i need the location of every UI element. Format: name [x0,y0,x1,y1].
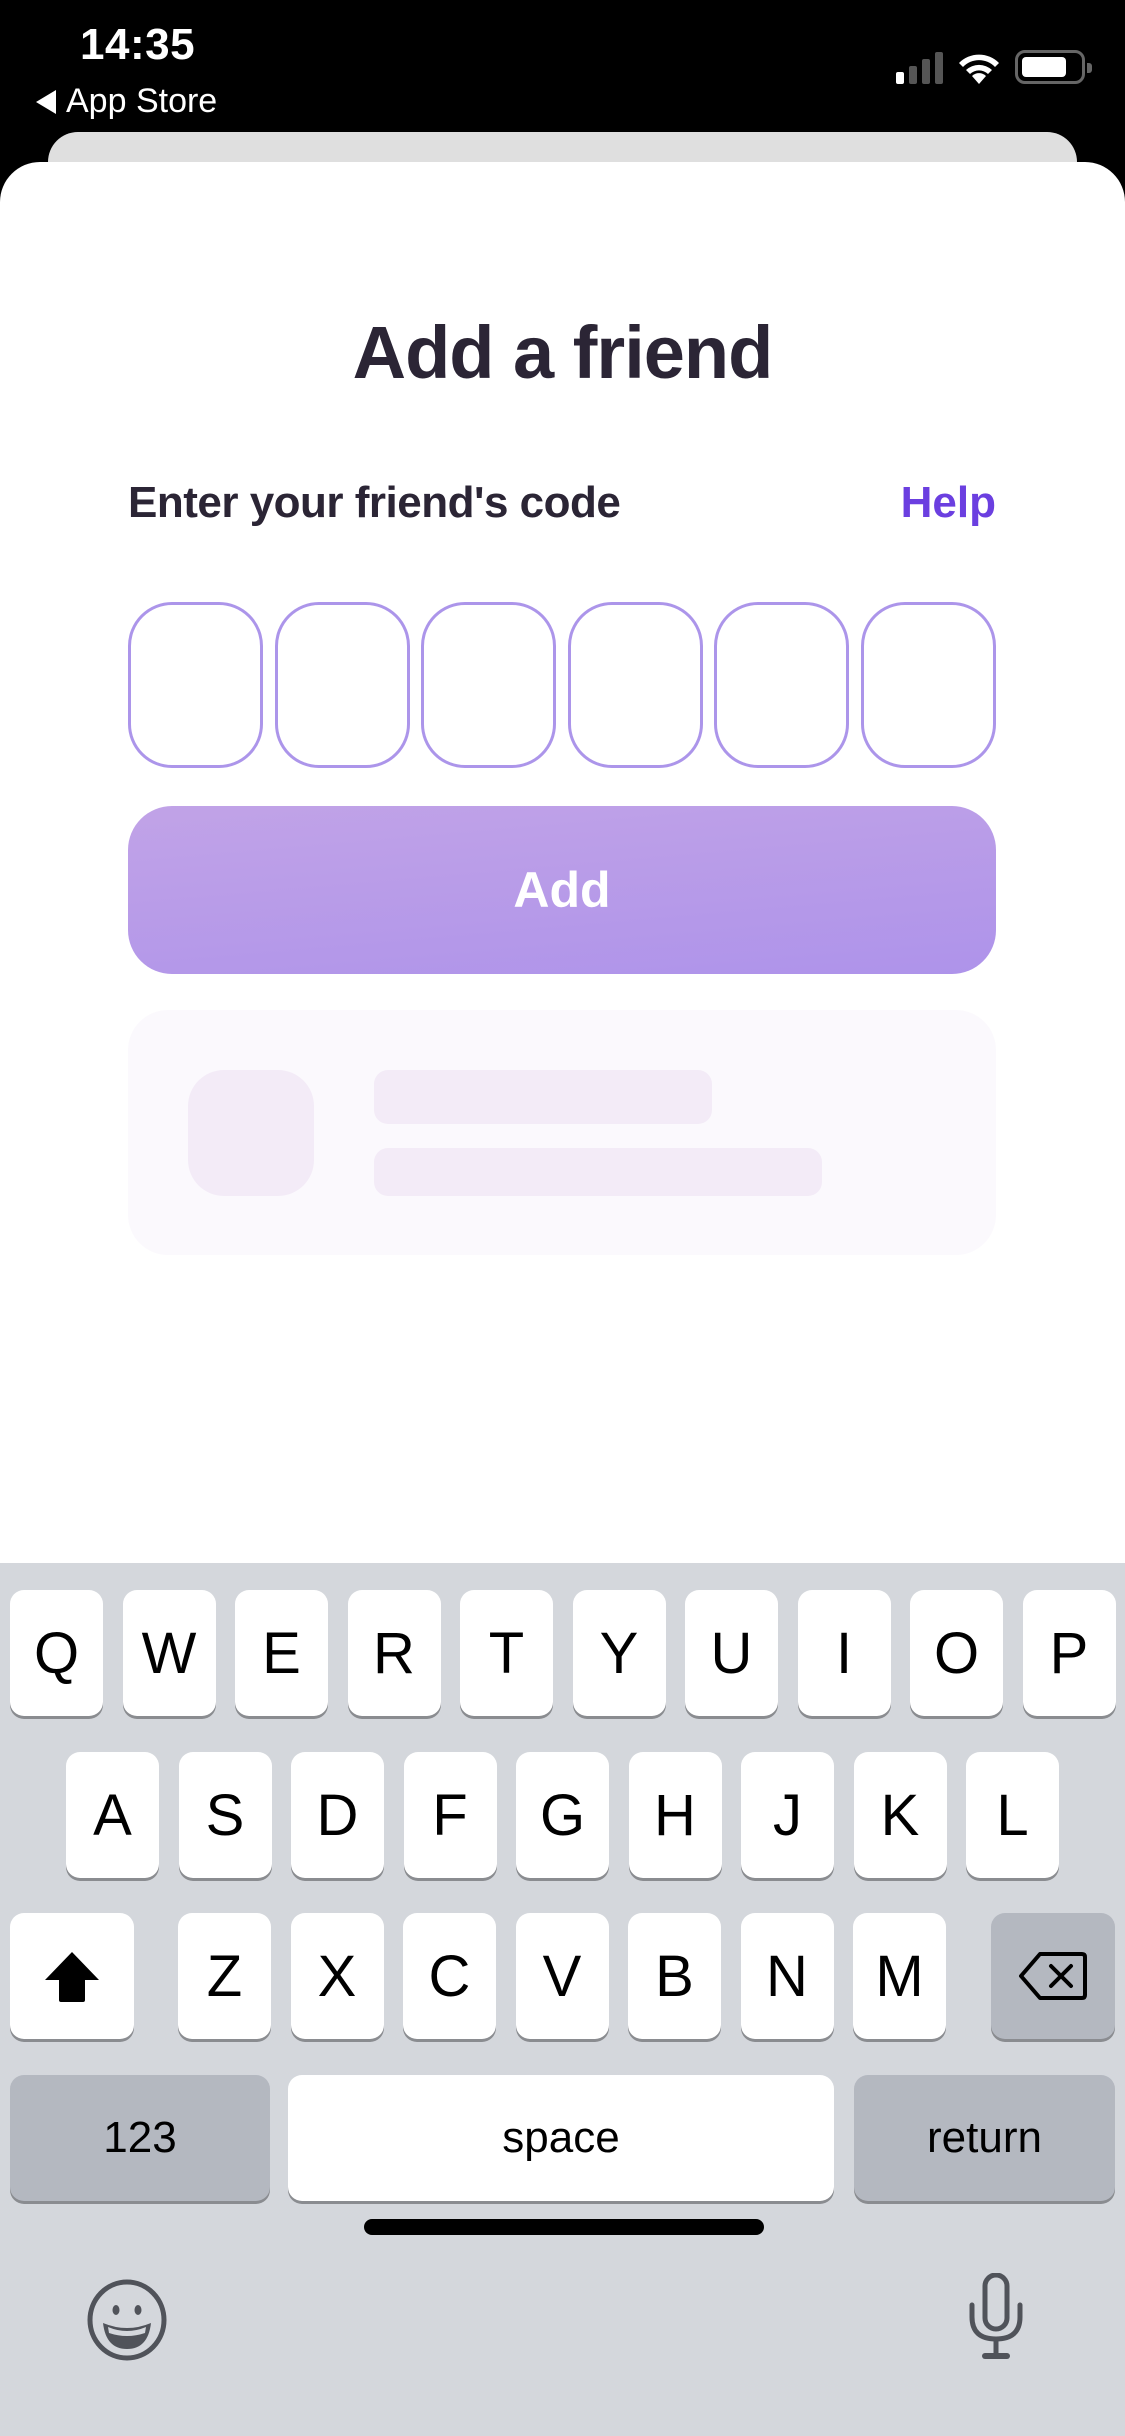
battery-level [1022,57,1066,77]
key-s[interactable]: S [178,1752,272,1878]
delete-icon [1019,1952,1087,2000]
back-arrow-icon [36,89,56,114]
page-title: Add a friend [352,311,774,394]
space-key[interactable]: space [288,2075,834,2201]
friend-preview-skeleton [128,1010,996,1255]
code-input-group [128,602,996,768]
code-digit-3[interactable] [421,602,557,768]
emoji-icon [87,2279,167,2361]
key-l[interactable]: L [966,1752,1059,1878]
code-digit-6[interactable] [860,602,996,768]
skeleton-avatar [188,1070,314,1196]
help-link[interactable]: Help [901,478,996,528]
cellular-signal-icon [896,52,943,84]
key-y[interactable]: Y [572,1590,666,1716]
key-g[interactable]: G [516,1752,609,1878]
code-label: Enter your friend's code [128,478,621,527]
skeleton-name-line [374,1070,712,1124]
emoji-button[interactable] [86,2279,168,2366]
code-digit-4[interactable] [567,602,703,768]
key-e[interactable]: E [235,1590,328,1716]
key-w[interactable]: W [122,1590,216,1716]
code-digit-5[interactable] [714,602,850,768]
back-to-app-store[interactable]: App Store [36,82,217,121]
key-m[interactable]: M [853,1913,946,2039]
dictation-button[interactable] [966,2272,1026,2368]
key-c[interactable]: C [403,1913,496,2039]
battery-icon [1015,50,1092,84]
back-label: App Store [66,82,218,120]
wifi-icon [959,54,999,84]
code-label-row: Enter your friend's code Help [128,478,996,528]
key-h[interactable]: H [628,1752,722,1878]
status-time: 14:35 [80,20,196,69]
skeleton-detail-line [374,1148,822,1196]
key-a[interactable]: A [66,1752,159,1878]
microphone-icon [969,2272,1023,2359]
key-b[interactable]: B [628,1913,721,2039]
numbers-key[interactable]: 123 [10,2075,270,2201]
key-v[interactable]: V [515,1913,609,2039]
add-friend-button[interactable]: Add [128,806,996,974]
key-j[interactable]: J [741,1752,834,1878]
return-key[interactable]: return [854,2075,1115,2201]
shift-key[interactable] [10,1913,134,2039]
key-d[interactable]: D [291,1752,384,1878]
home-indicator [364,2219,764,2235]
delete-key[interactable] [991,1913,1115,2039]
key-z[interactable]: Z [178,1913,271,2039]
code-digit-2[interactable] [274,602,410,768]
key-i[interactable]: I [797,1590,891,1716]
key-o[interactable]: O [910,1590,1003,1716]
key-n[interactable]: N [740,1913,834,2039]
key-q[interactable]: Q [10,1590,103,1716]
key-f[interactable]: F [403,1752,497,1878]
keyboard: QWERTYUIOP ASDFGHJKL ZXCVBNM 123 space r… [0,1563,1125,2436]
key-t[interactable]: T [460,1590,553,1716]
key-r[interactable]: R [347,1590,441,1716]
status-indicators [896,50,1092,84]
key-p[interactable]: P [1022,1590,1116,1716]
key-u[interactable]: U [685,1590,778,1716]
shift-icon [45,1952,99,2002]
code-digit-1[interactable] [128,602,263,768]
key-x[interactable]: X [290,1913,384,2039]
key-k[interactable]: K [853,1752,947,1878]
